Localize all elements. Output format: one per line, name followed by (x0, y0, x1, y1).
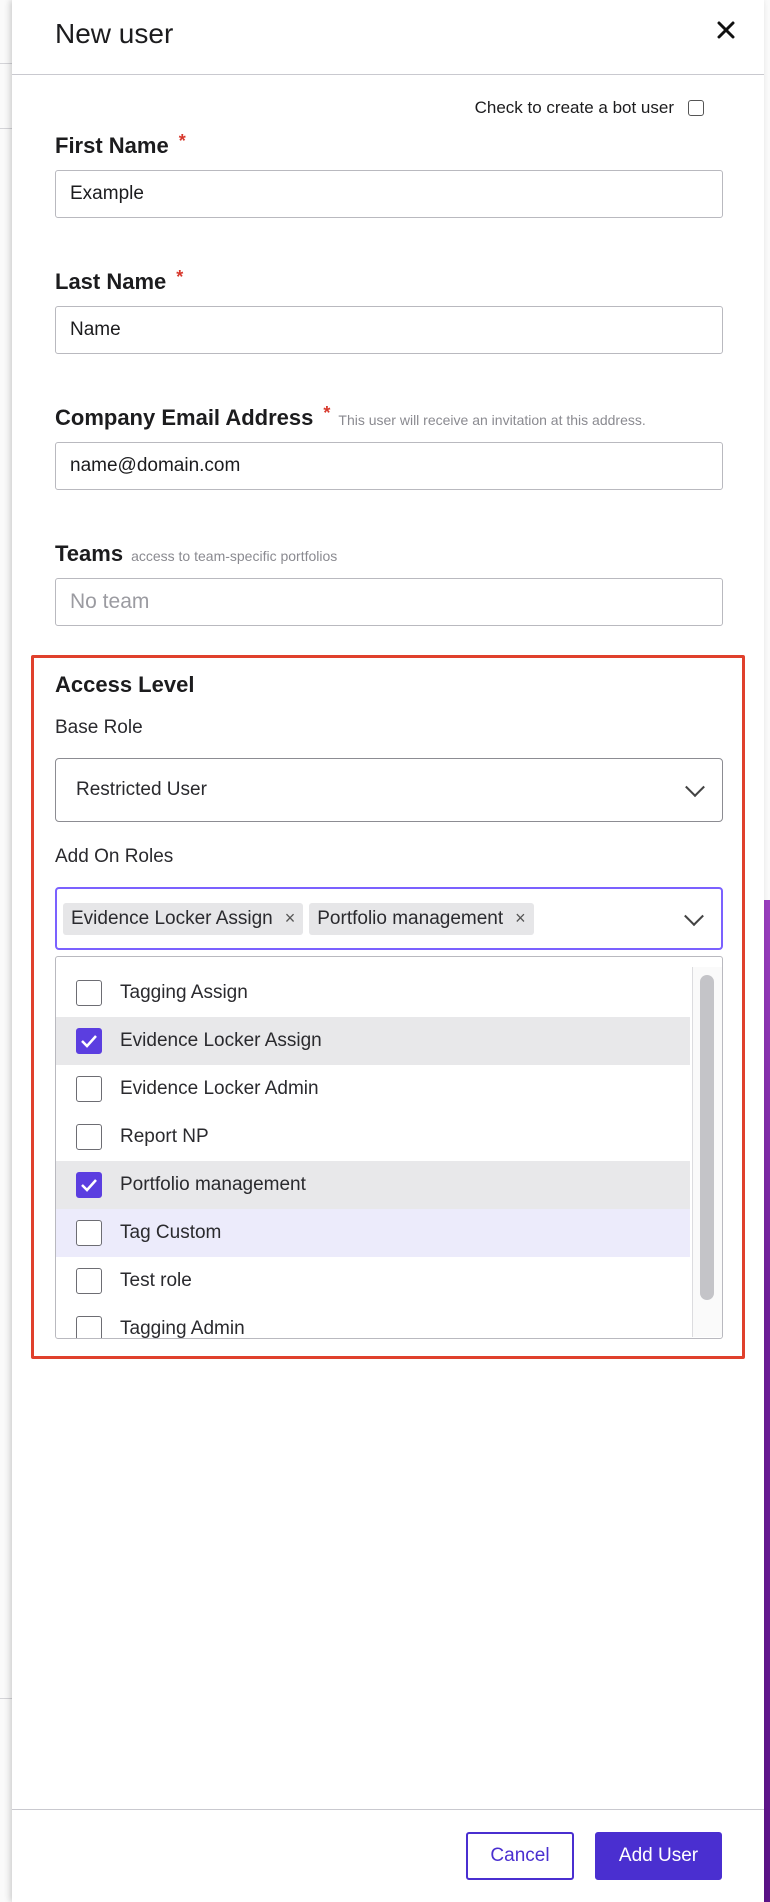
role-chip: Portfolio management × (309, 902, 534, 935)
checkbox-icon[interactable] (76, 980, 102, 1006)
base-role-label: Base Role (55, 717, 143, 738)
chevron-down-icon[interactable] (684, 905, 704, 926)
base-role-select[interactable]: Restricted User (55, 758, 723, 822)
access-level-title: Access Level (55, 672, 195, 697)
role-chip: Evidence Locker Assign × (63, 902, 304, 935)
close-icon-glyph (717, 21, 735, 39)
last-name-input[interactable]: Name (55, 306, 723, 354)
role-option[interactable]: Evidence Locker Assign (56, 1017, 690, 1065)
role-option-label: Tagging Admin (120, 1318, 245, 1339)
role-option-label: Test role (120, 1270, 192, 1291)
role-option[interactable]: Tagging Admin (56, 1305, 690, 1339)
teams-placeholder: No team (70, 590, 150, 613)
footer-divider (12, 1809, 764, 1810)
teams-label-text: Teams (55, 541, 124, 566)
last-name-label: Last Name * (55, 267, 184, 295)
checkbox-icon[interactable] (76, 1076, 102, 1102)
close-icon[interactable] (712, 16, 740, 44)
base-role-value: Restricted User (76, 779, 207, 800)
required-marker: * (178, 131, 186, 151)
role-option-label: Portfolio management (120, 1174, 306, 1195)
remove-chip-icon[interactable]: × (511, 908, 526, 929)
role-option[interactable]: Tag Custom (56, 1209, 690, 1257)
bot-user-row: Check to create a bot user (475, 98, 704, 118)
add-on-roles-dropdown: Tagging Assign Evidence Locker Assign Ev… (55, 956, 723, 1339)
checkbox-icon[interactable] (76, 1220, 102, 1246)
add-on-roles-select[interactable]: Evidence Locker Assign × Portfolio manag… (55, 887, 723, 950)
add-on-roles-label: Add On Roles (55, 846, 174, 867)
drawer-title: New user (55, 18, 174, 49)
bot-user-label: Check to create a bot user (474, 98, 674, 117)
role-option-label: Report NP (120, 1126, 209, 1147)
teams-label: Teams access to team-specific portfolios (55, 541, 337, 567)
scrollbar-thumb[interactable] (700, 975, 714, 1300)
chevron-down-icon (685, 777, 705, 798)
last-name-value: Name (70, 319, 121, 340)
role-chip-label: Evidence Locker Assign (71, 907, 273, 929)
dropdown-scrollbar[interactable] (692, 967, 722, 1337)
checkbox-checked-icon[interactable] (76, 1028, 102, 1054)
bot-user-checkbox[interactable] (688, 100, 704, 116)
add-user-button[interactable]: Add User (595, 1832, 722, 1880)
new-user-drawer: New user Check to create a bot user Firs… (12, 0, 764, 1902)
required-marker: * (323, 403, 331, 423)
email-label: Company Email Address * This user will r… (55, 403, 646, 431)
email-value: name@domain.com (70, 455, 241, 476)
first-name-value: Example (70, 183, 144, 204)
role-option-label: Evidence Locker Admin (120, 1078, 319, 1099)
last-name-label-text: Last Name (55, 269, 167, 294)
role-option[interactable]: Evidence Locker Admin (56, 1065, 690, 1113)
checkbox-checked-icon[interactable] (76, 1172, 102, 1198)
checkbox-icon[interactable] (76, 1268, 102, 1294)
checkmark-icon (81, 1035, 97, 1048)
first-name-label-text: First Name (55, 133, 169, 158)
role-option[interactable]: Tagging Assign (56, 969, 690, 1017)
cancel-button[interactable]: Cancel (466, 1832, 574, 1880)
remove-chip-icon[interactable]: × (281, 908, 296, 929)
role-option-label: Tagging Assign (120, 982, 248, 1003)
drawer-header: New user (12, 0, 764, 75)
email-input[interactable]: name@domain.com (55, 442, 723, 490)
role-option-label: Evidence Locker Assign (120, 1030, 322, 1051)
required-marker: * (176, 267, 184, 287)
role-chip-label: Portfolio management (317, 907, 504, 929)
role-option-label: Tag Custom (120, 1222, 222, 1243)
checkmark-icon (81, 1179, 97, 1192)
role-option[interactable]: Portfolio management (56, 1161, 690, 1209)
email-hint: This user will receive an invitation at … (338, 412, 646, 428)
teams-hint: access to team-specific portfolios (131, 548, 338, 564)
first-name-input[interactable]: Example (55, 170, 723, 218)
role-option[interactable]: Report NP (56, 1113, 690, 1161)
checkbox-icon[interactable] (76, 1316, 102, 1338)
checkbox-icon[interactable] (76, 1124, 102, 1150)
email-label-text: Company Email Address (55, 405, 314, 430)
teams-input[interactable]: No team (55, 578, 723, 626)
first-name-label: First Name * (55, 131, 186, 159)
role-option[interactable]: Test role (56, 1257, 690, 1305)
